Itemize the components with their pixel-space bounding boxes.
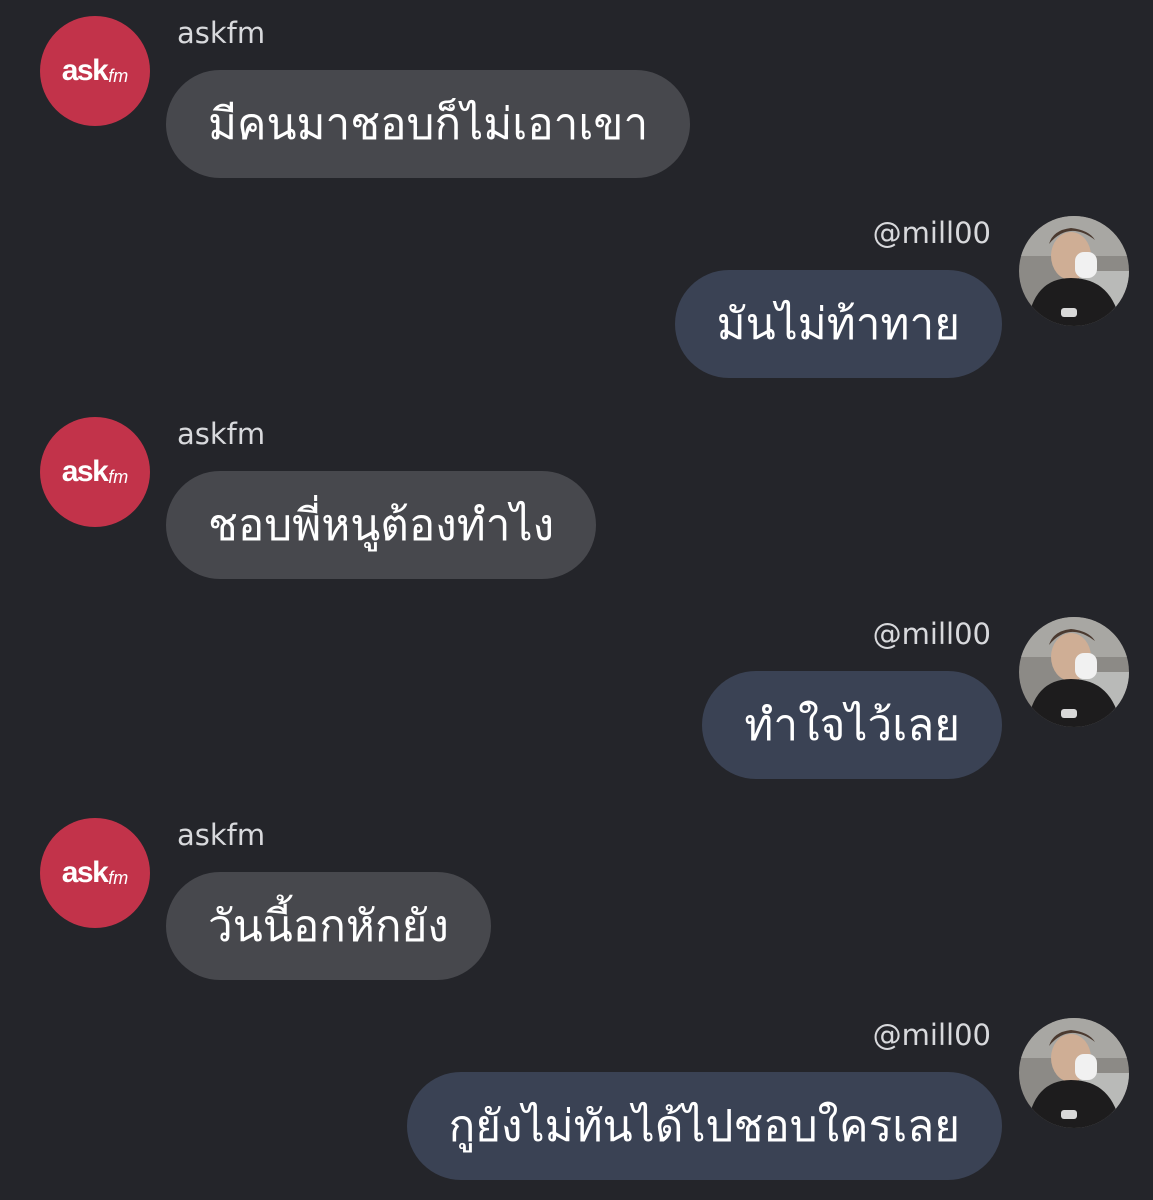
askfm-logo-icon[interactable]: ask fm xyxy=(40,818,150,928)
askfm-logo-suffix: fm xyxy=(108,867,129,888)
message-bubble[interactable]: กูยังไม่ทันได้ไปชอบใครเลย xyxy=(406,1072,1002,1180)
message-bubble[interactable]: ทำใจไว้เลย xyxy=(702,671,1002,779)
askfm-logo-main: ask xyxy=(61,54,109,87)
askfm-logo-icon[interactable]: ask fm xyxy=(40,16,150,126)
askfm-logo-main: ask xyxy=(61,455,109,488)
user-photo-avatar[interactable] xyxy=(1019,617,1129,727)
message-bubble[interactable]: วันนี้อกหักยัง xyxy=(166,872,491,980)
sender-name: askfm xyxy=(177,417,266,451)
askfm-logo-icon[interactable]: ask fm xyxy=(40,417,150,527)
askfm-logo-main: ask xyxy=(61,856,109,889)
user-photo-avatar[interactable] xyxy=(1019,216,1129,326)
message-bubble[interactable]: มันไม่ท้าทาย xyxy=(674,270,1002,378)
sender-name: @mill00 xyxy=(872,1018,991,1052)
message-bubble[interactable]: ชอบพี่หนูต้องทำไง xyxy=(166,471,597,579)
user-photo-avatar[interactable] xyxy=(1019,1018,1129,1128)
askfm-logo-suffix: fm xyxy=(108,466,129,487)
askfm-logo-suffix: fm xyxy=(108,65,129,86)
sender-name: askfm xyxy=(177,16,266,50)
sender-name: @mill00 xyxy=(872,216,991,250)
sender-name: @mill00 xyxy=(872,617,991,651)
message-bubble[interactable]: มีคนมาชอบก็ไม่เอาเขา xyxy=(166,70,691,178)
sender-name: askfm xyxy=(177,818,266,852)
chat-thread: ask fm askfm มีคนมาชอบก็ไม่เอาเขา @mill00… xyxy=(0,0,1153,1200)
